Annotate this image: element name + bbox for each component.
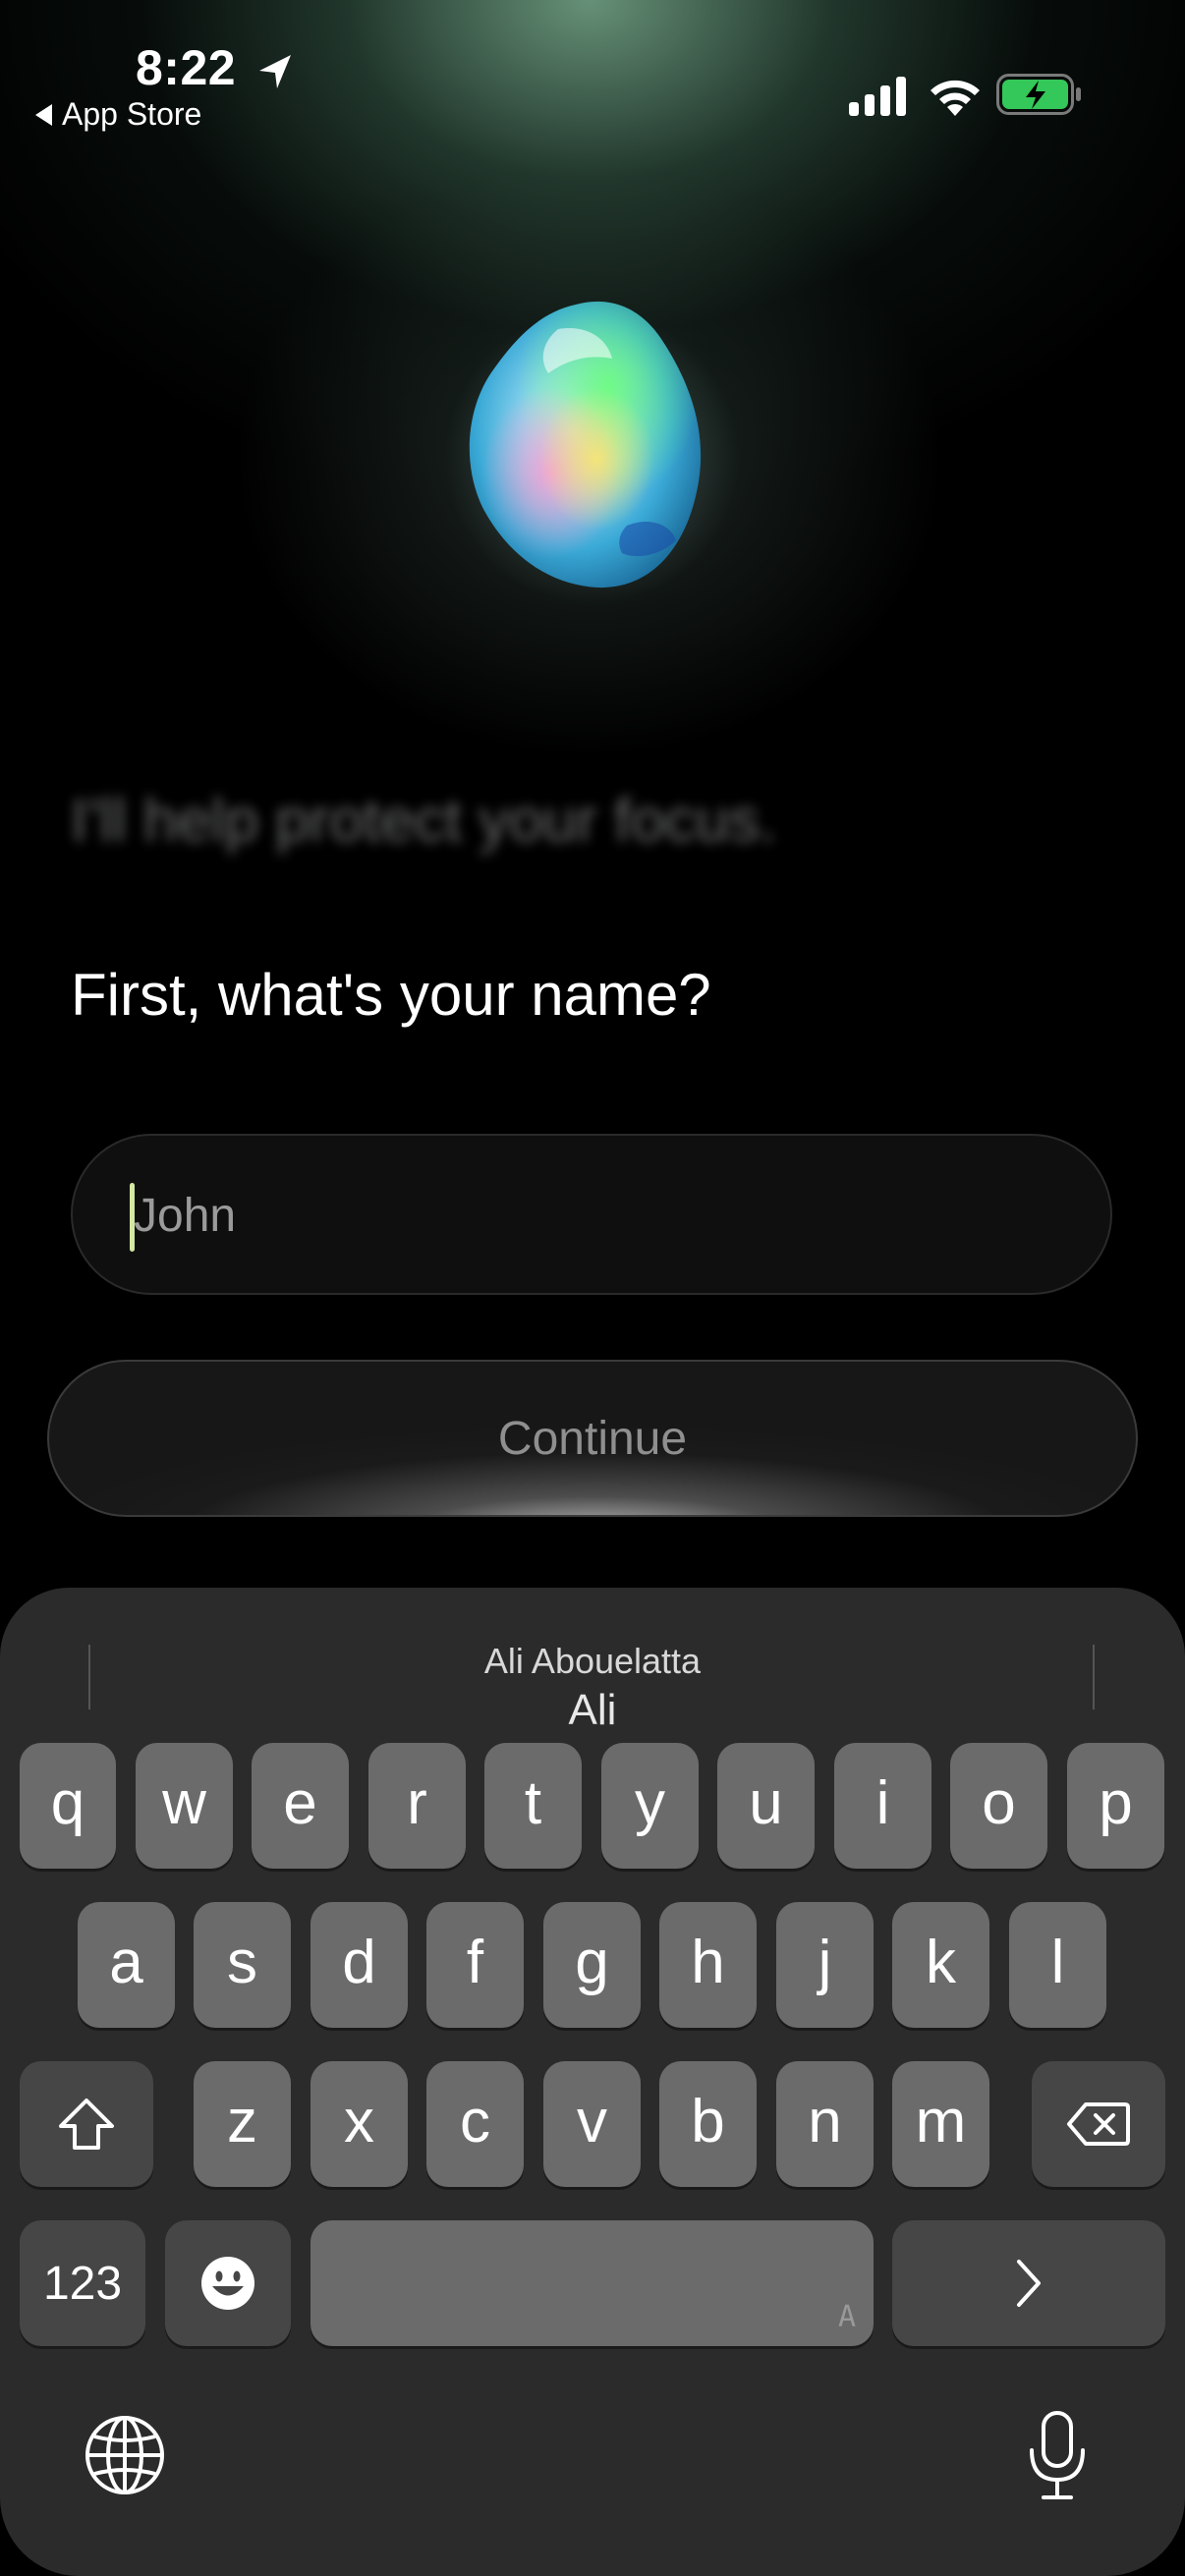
key-y[interactable]: y	[601, 1743, 699, 1869]
key-n[interactable]: n	[776, 2061, 874, 2187]
emoji-key[interactable]	[165, 2220, 291, 2346]
continue-button[interactable]: Continue	[47, 1360, 1138, 1517]
key-j[interactable]: j	[776, 1902, 874, 2028]
key-i[interactable]: i	[834, 1743, 931, 1869]
shift-key[interactable]	[20, 2061, 153, 2187]
key-b[interactable]: b	[659, 2061, 757, 2187]
back-link-label: App Store	[62, 96, 202, 132]
status-time: 8:22	[136, 40, 237, 95]
key-v[interactable]: v	[543, 2061, 641, 2187]
name-input[interactable]	[132, 1136, 1069, 1295]
key-k[interactable]: k	[892, 1902, 989, 2028]
key-t[interactable]: t	[484, 1743, 582, 1869]
suggestion-full-name[interactable]: Ali Abouelatta	[0, 1641, 1185, 1682]
keyboard-suggestion-bar: Ali Abouelatta Ali	[0, 1617, 1185, 1734]
key-p[interactable]: p	[1067, 1743, 1164, 1869]
cellular-signal-icon	[849, 77, 906, 116]
key-h[interactable]: h	[659, 1902, 757, 2028]
key-g[interactable]: g	[543, 1902, 641, 2028]
status-bar: 8:22 App Store	[0, 0, 1185, 138]
continue-button-label: Continue	[497, 1412, 688, 1465]
name-input-container[interactable]	[71, 1134, 1112, 1295]
shift-icon	[59, 2099, 114, 2150]
key-w[interactable]: w	[136, 1743, 233, 1869]
delete-key[interactable]	[1032, 2061, 1165, 2187]
key-x[interactable]: x	[310, 2061, 408, 2187]
name-question-heading: First, what's your name?	[71, 962, 711, 1028]
tagline-text: I'll help protect your focus.	[71, 787, 777, 855]
key-l[interactable]: l	[1009, 1902, 1106, 2028]
key-r[interactable]: r	[368, 1743, 466, 1869]
key-f[interactable]: f	[426, 1902, 524, 2028]
key-o[interactable]: o	[950, 1743, 1047, 1869]
key-m[interactable]: m	[892, 2061, 989, 2187]
back-to-app-store-link[interactable]: App Store	[35, 96, 201, 133]
go-key[interactable]	[892, 2220, 1165, 2346]
delete-icon	[1067, 2102, 1130, 2146]
key-a[interactable]: a	[78, 1902, 175, 2028]
space-key[interactable]: A	[310, 2220, 874, 2346]
emoji-icon	[201, 2257, 254, 2310]
key-c[interactable]: c	[426, 2061, 524, 2187]
location-arrow-icon	[259, 55, 291, 88]
microphone-icon[interactable]	[1026, 2409, 1089, 2503]
key-s[interactable]: s	[194, 1902, 291, 2028]
suggestion-first-name[interactable]: Ali	[0, 1686, 1185, 1735]
key-e[interactable]: e	[252, 1743, 349, 1869]
key-z[interactable]: z	[194, 2061, 291, 2187]
chevron-right-icon	[1017, 2260, 1041, 2307]
key-u[interactable]: u	[717, 1743, 815, 1869]
key-q[interactable]: q	[20, 1743, 116, 1869]
key-d[interactable]: d	[310, 1902, 408, 2028]
back-triangle-icon	[35, 103, 52, 126]
battery-charging-icon	[996, 74, 1081, 115]
space-key-accent: A	[837, 2300, 856, 2334]
opal-gem-illustration	[445, 301, 740, 604]
numbers-key[interactable]: 123	[20, 2220, 145, 2346]
globe-icon[interactable]	[83, 2413, 167, 2497]
wifi-icon	[931, 80, 980, 116]
